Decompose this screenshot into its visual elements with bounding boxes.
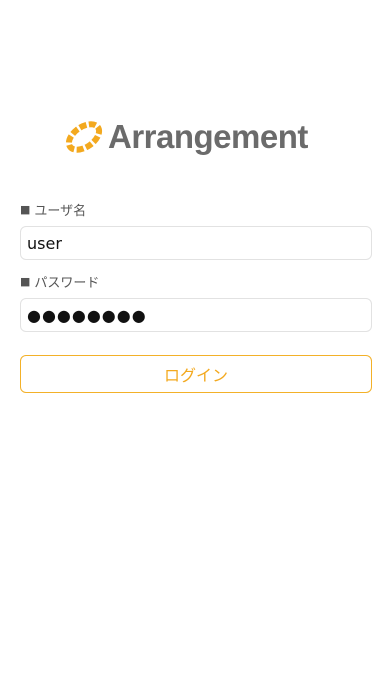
- username-label: ■ ユーザ名: [20, 200, 86, 219]
- ring-logo-icon: [65, 121, 103, 153]
- username-label-text: ユーザ名: [34, 204, 87, 219]
- app-logo: Arrangement: [64, 114, 334, 160]
- label-bullet: ■: [20, 275, 31, 288]
- password-input[interactable]: [20, 298, 372, 332]
- login-button[interactable]: ログイン: [20, 355, 372, 393]
- username-input[interactable]: [20, 226, 372, 260]
- app-logo-text: Arrangement: [108, 118, 308, 155]
- label-bullet: ■: [20, 203, 31, 216]
- password-label-text: パスワード: [34, 276, 100, 291]
- password-label: ■ パスワード: [20, 272, 99, 291]
